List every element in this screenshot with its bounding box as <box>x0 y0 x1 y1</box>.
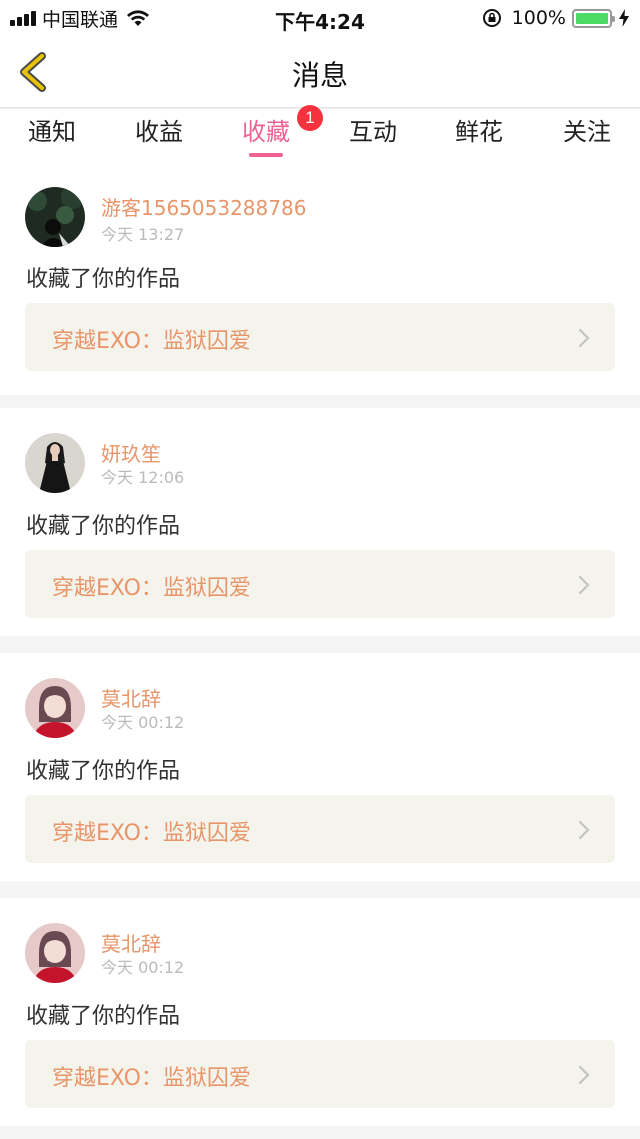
username[interactable]: 莫北辞 <box>101 683 161 712</box>
username[interactable]: 游客1565053288786 <box>101 192 306 221</box>
header: 消息 <box>0 36 640 108</box>
username[interactable]: 妍玖笙 <box>101 438 161 467</box>
active-tab-indicator <box>249 153 283 157</box>
tab-label: 收藏 <box>242 118 290 146</box>
timestamp: 今天 12:06 <box>101 468 185 487</box>
tab-label: 鲜花 <box>455 118 503 146</box>
orientation-lock-icon <box>482 9 501 27</box>
message-card: 莫北辞 今天 00:12 收藏了你的作品 穿越EXO：监狱囚爱 <box>0 653 640 881</box>
chevron-right-icon <box>578 575 590 595</box>
work-title: 穿越EXO：监狱囚爱 <box>52 329 251 354</box>
tab-label: 通知 <box>28 118 76 146</box>
avatar-girl-black-dress-icon <box>25 433 85 493</box>
avatar-dark-forest-icon <box>25 187 85 247</box>
chevron-right-icon <box>578 820 590 840</box>
username[interactable]: 莫北辞 <box>101 928 161 957</box>
tab-notice[interactable]: 通知 <box>17 115 87 165</box>
tab-label: 互动 <box>349 118 397 146</box>
chevron-right-icon <box>578 328 590 348</box>
message-card: 妍玖笙 今天 12:06 收藏了你的作品 穿越EXO：监狱囚爱 <box>0 408 640 636</box>
tab-interaction[interactable]: 互动 <box>338 115 408 165</box>
tab-label: 收益 <box>135 118 183 146</box>
tab-flowers[interactable]: 鲜花 <box>444 115 514 165</box>
page-title: 消息 <box>291 59 348 92</box>
battery-icon <box>572 8 615 28</box>
unread-badge: 1 <box>297 105 323 131</box>
battery-level <box>576 12 608 24</box>
tab-bar: 通知 收益 收藏 1 互动 鲜花 关注 <box>0 105 640 167</box>
timestamp: 今天 00:12 <box>101 958 185 977</box>
work-title: 穿越EXO：监狱囚爱 <box>52 1066 251 1091</box>
avatar[interactable] <box>25 187 85 247</box>
avatar[interactable] <box>25 433 85 493</box>
work-link[interactable]: 穿越EXO：监狱囚爱 <box>25 1040 615 1108</box>
battery-percent: 100% <box>511 7 566 29</box>
chevron-right-icon <box>578 1065 590 1085</box>
message-card: 莫北辞 今天 00:12 收藏了你的作品 穿越EXO：监狱囚爱 <box>0 898 640 1126</box>
status-right: 100% <box>482 6 630 30</box>
work-title: 穿越EXO：监狱囚爱 <box>52 576 251 601</box>
action-text: 收藏了你的作品 <box>26 759 181 784</box>
work-title: 穿越EXO：监狱囚爱 <box>52 821 251 846</box>
avatar-girl-red-icon <box>25 678 85 738</box>
work-link[interactable]: 穿越EXO：监狱囚爱 <box>25 303 615 371</box>
charging-bolt-icon <box>619 9 629 27</box>
work-link[interactable]: 穿越EXO：监狱囚爱 <box>25 795 615 863</box>
avatar[interactable] <box>25 923 85 983</box>
timestamp: 今天 13:27 <box>101 225 185 244</box>
status-bar: 中国联通 下午4:24 100% <box>0 0 640 36</box>
timestamp: 今天 00:12 <box>101 713 185 732</box>
tab-label: 关注 <box>563 118 611 146</box>
action-text: 收藏了你的作品 <box>26 267 181 292</box>
tab-favorites[interactable]: 收藏 1 <box>231 105 323 165</box>
action-text: 收藏了你的作品 <box>26 514 181 539</box>
work-link[interactable]: 穿越EXO：监狱囚爱 <box>25 550 615 618</box>
avatar-girl-red-icon <box>25 923 85 983</box>
avatar[interactable] <box>25 678 85 738</box>
action-text: 收藏了你的作品 <box>26 1004 181 1029</box>
tab-earnings[interactable]: 收益 <box>124 115 194 165</box>
tab-follow[interactable]: 关注 <box>552 115 622 165</box>
message-card: 游客1565053288786 今天 13:27 收藏了你的作品 穿越EXO：监… <box>0 167 640 395</box>
